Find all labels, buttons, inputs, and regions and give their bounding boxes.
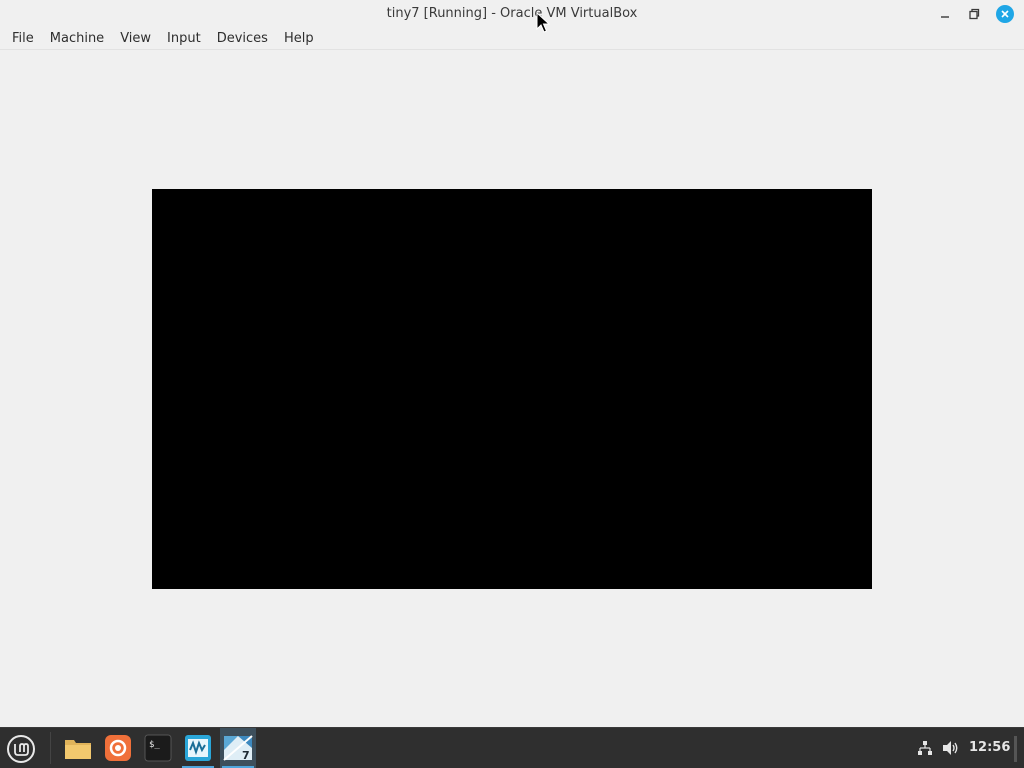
- menu-devices[interactable]: Devices: [209, 28, 276, 50]
- svg-text:$_: $_: [149, 740, 160, 750]
- minimize-icon: [941, 16, 949, 18]
- window-title: tiny7 [Running] - Oracle VM VirtualBox: [386, 6, 638, 21]
- taskbar: $_ 7 12:56: [0, 727, 1024, 768]
- clock[interactable]: 12:56: [969, 740, 1010, 755]
- volume-tray-button[interactable]: [942, 739, 960, 757]
- virtualbox-vm-icon: 7: [223, 735, 253, 762]
- restore-icon: [969, 8, 980, 20]
- start-menu-button[interactable]: [4, 732, 38, 766]
- svg-text:7: 7: [242, 749, 250, 762]
- show-desktop-button[interactable]: [1014, 736, 1017, 762]
- mint-logo-icon: [7, 735, 35, 763]
- virtualbox-vm-launcher[interactable]: 7: [220, 728, 256, 768]
- firefox-icon: [105, 735, 131, 761]
- firefox-launcher[interactable]: [100, 728, 136, 768]
- menu-input[interactable]: Input: [159, 28, 209, 50]
- menu-bar: File Machine View Input Devices Help: [0, 28, 1024, 50]
- menu-view[interactable]: View: [112, 28, 159, 50]
- mouse-cursor-icon: [536, 12, 551, 33]
- close-icon: [996, 5, 1014, 23]
- title-bar[interactable]: tiny7 [Running] - Oracle VM VirtualBox: [0, 0, 1024, 28]
- virtualbox-vm-window: tiny7 [Running] - Oracle VM VirtualBox F…: [0, 0, 1024, 727]
- vm-display[interactable]: [152, 189, 872, 589]
- network-icon: [918, 741, 932, 755]
- terminal-icon: $_: [144, 734, 172, 762]
- virtualbox-manager-launcher[interactable]: [180, 728, 216, 768]
- maximize-button[interactable]: [965, 5, 983, 23]
- menu-machine[interactable]: Machine: [42, 28, 112, 50]
- files-launcher[interactable]: [60, 728, 96, 768]
- menu-help[interactable]: Help: [276, 28, 322, 50]
- virtualbox-manager-icon: [185, 735, 211, 761]
- menu-file[interactable]: File: [4, 28, 42, 50]
- terminal-launcher[interactable]: $_: [140, 728, 176, 768]
- taskbar-separator: [50, 732, 51, 764]
- network-tray-button[interactable]: [916, 739, 934, 757]
- folder-icon: [65, 740, 91, 759]
- volume-icon: [943, 741, 958, 755]
- close-button[interactable]: [996, 5, 1014, 23]
- minimize-button[interactable]: [936, 5, 954, 23]
